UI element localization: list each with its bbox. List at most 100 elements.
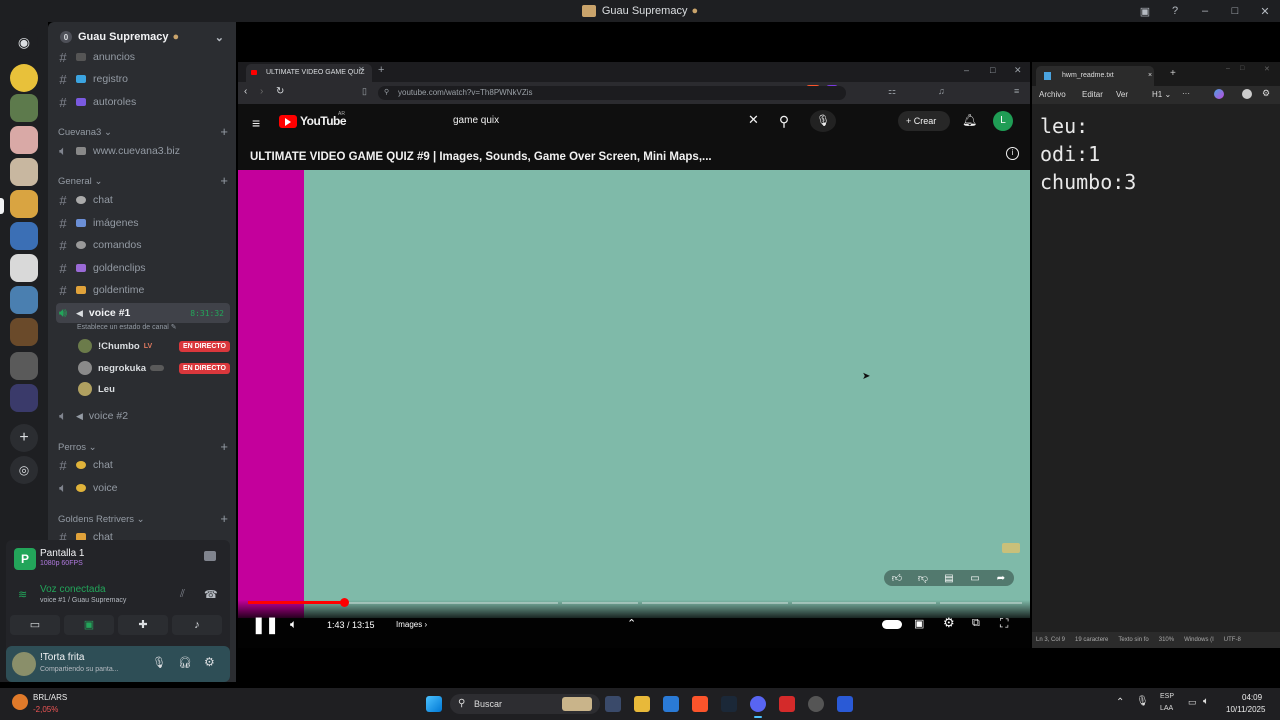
menu-editar[interactable]: Editar [1082,90,1103,99]
more-icon[interactable]: ··· [1182,89,1190,98]
server-folder-icon[interactable] [10,352,38,380]
volume-icon[interactable]: 🔈︎ [1203,696,1209,707]
add-channel-icon[interactable]: + [220,174,228,187]
server-icon[interactable] [10,126,38,154]
channel-comandos[interactable]: # comandos [56,235,230,255]
add-channel-icon[interactable]: + [220,440,228,453]
clock-time[interactable]: 04:09 [1242,693,1262,702]
add-channel-icon[interactable]: + [220,125,228,138]
add-channel-icon[interactable]: + [220,512,228,525]
windows-start-icon[interactable] [426,696,442,712]
category-cuevana3[interactable]: Cuevana3 ⌄ + [58,125,228,138]
progress-scrubber[interactable] [340,598,349,607]
info-icon[interactable]: i [1006,147,1019,160]
progress-chapter[interactable] [792,602,936,604]
dislike-icon[interactable]: 👎︎ [910,570,936,586]
server-icon[interactable] [10,286,38,314]
discover-icon[interactable]: ◎ [10,456,38,484]
stock-widget-icon[interactable] [12,694,28,710]
copilot-icon[interactable] [1214,89,1224,99]
menu-archivo[interactable]: Archivo [1039,90,1066,99]
disconnect-icon[interactable]: ☎ [204,588,218,601]
chevron-up-icon[interactable]: ⌃ [627,617,636,630]
maximize-button[interactable]: □ [990,65,995,75]
voice-status[interactable]: Voz conectada [40,584,106,595]
brave-browser-icon[interactable] [692,696,708,712]
miniplayer-icon[interactable]: ⧉ [972,617,980,630]
network-icon[interactable]: ▭ [1188,697,1197,708]
media-icon[interactable]: ♫ [938,86,945,96]
autoplay-toggle[interactable] [882,620,902,629]
progress-chapter[interactable] [642,602,788,604]
soundboard-button[interactable]: ♪ [172,615,222,635]
close-tab-icon[interactable]: × [1148,66,1152,86]
settings-gear-icon[interactable]: ⚙ [204,655,215,669]
server-icon[interactable] [10,158,38,186]
help-icon[interactable]: ? [1160,5,1190,17]
progress-chapter[interactable] [940,602,1022,604]
volume-icon[interactable]: 🔈︎ [290,617,297,632]
comments-icon[interactable]: ▤ [936,570,962,586]
server-icon[interactable] [10,254,38,282]
avatar[interactable] [12,652,36,676]
app-icon[interactable] [779,696,795,712]
chevron-up-icon[interactable]: ⌃ [1116,697,1124,708]
task-view-icon[interactable] [605,696,621,712]
channel-status-hint[interactable]: Establece un estado de canal ✎ [77,323,177,331]
headphones-icon[interactable]: 🎧︎ [178,656,192,669]
discord-home-icon[interactable]: ◉ [10,28,38,56]
category-goldens-retrivers[interactable]: Goldens Retrivers ⌄ + [58,512,228,525]
voice-channel-1[interactable]: 🔊︎ ◀ voice #1 8:31:32 [56,303,230,323]
voice-search-icon[interactable]: 🎙︎ [810,110,836,132]
settings-gear-icon[interactable]: ⚙ [1262,88,1270,99]
close-window-button[interactable]: ✕ [1014,65,1022,76]
browser-tab[interactable]: ULTIMATE VIDEO GAME QUIZ [246,64,372,82]
guau-supremacy-server-icon[interactable] [10,190,38,218]
channel-perros-chat[interactable]: # chat [56,455,230,475]
microphone-icon[interactable]: 🎙︎ [1136,696,1149,707]
back-icon[interactable]: ‹ [244,86,247,97]
progress-chapter[interactable] [562,602,638,604]
add-server-icon[interactable]: + [10,424,38,452]
create-button[interactable]: + Crear [898,111,950,131]
account-avatar[interactable]: L [993,111,1013,131]
language-code[interactable]: ESP [1160,693,1174,700]
file-explorer-icon[interactable] [634,696,650,712]
bookmark-icon[interactable]: ▯ [362,86,367,97]
menu-icon[interactable]: ≡ [1014,86,1019,96]
server-folder-icon[interactable] [10,384,38,412]
notifications-bell-icon[interactable]: 🔔︎ [962,113,977,127]
new-tab-button[interactable]: + [378,64,384,76]
category-perros[interactable]: Perros ⌄ + [58,440,228,453]
forward-icon[interactable]: › [260,86,263,97]
fullscreen-icon[interactable]: ⛶ [1000,616,1008,631]
channel-imagenes[interactable]: # imágenes [56,213,230,233]
camera-off-button[interactable]: ▭ [10,615,60,635]
server-icon[interactable] [10,94,38,122]
notepad-tab[interactable]: hwm_readme.txt × [1036,66,1154,86]
youtube-search-input[interactable]: game quix [444,110,770,132]
voice-channel-2[interactable]: 🔈︎ ◀ voice #2 [56,406,230,426]
taskbar-search[interactable]: ⚲ Buscar [450,694,600,714]
hamburger-menu-icon[interactable]: ≡ [252,115,260,131]
screen-share-button[interactable]: ▣ [64,615,114,635]
ticker-symbol[interactable]: BRL/ARS [33,693,67,702]
minimize-button[interactable]: – [1190,5,1220,17]
channel-registro[interactable]: # registro [56,69,230,89]
inbox-icon[interactable]: ▣ [1130,5,1160,18]
store-icon[interactable] [663,696,679,712]
voice-member[interactable]: negrokuka [78,359,165,377]
video-player[interactable] [238,170,1030,618]
site-info-icon[interactable]: ⚲ [384,86,389,100]
search-icon[interactable]: ⚲ [770,110,798,132]
settings-gear-icon[interactable]: ⚙ [943,615,955,631]
channel-autoroles[interactable]: # autoroles [56,92,230,112]
stop-stream-icon[interactable] [204,551,216,561]
channel-perros-voice[interactable]: 🔈︎ voice [56,478,230,498]
signal-icon[interactable]: ≋ [18,588,27,601]
close-button[interactable]: ✕ [1250,5,1280,18]
activities-button[interactable]: ✚ [118,615,168,635]
maximize-button[interactable]: □ [1240,65,1244,72]
microphone-icon[interactable]: 🎙︎ [152,656,166,669]
channel-cuevana3-voice[interactable]: 🔈︎ www.cuevana3.biz [56,141,230,161]
